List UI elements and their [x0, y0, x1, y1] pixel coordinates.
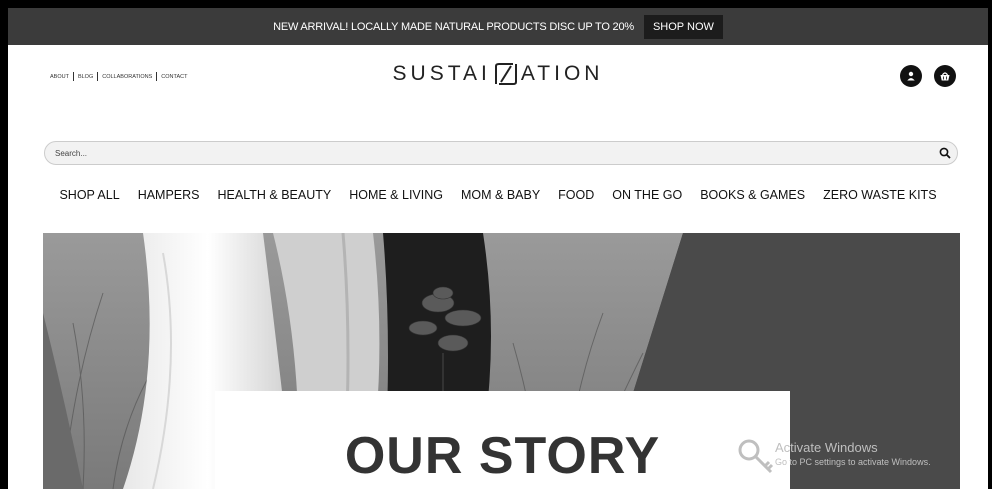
site-logo[interactable]: SUSTAI ATION [378, 62, 618, 86]
top-link-collaborations[interactable]: COLLABORATIONS [98, 74, 156, 80]
page: NEW ARRIVAL! LOCALLY MADE NATURAL PRODUC… [8, 8, 988, 489]
search-icon[interactable] [939, 147, 951, 159]
nav-item-health-beauty[interactable]: HEALTH & BEAUTY [209, 188, 341, 202]
search-bar [44, 141, 958, 165]
user-icon[interactable] [900, 65, 922, 87]
logo-mark-icon [494, 63, 517, 85]
shop-now-button[interactable]: SHOP NOW [643, 14, 723, 39]
nav-item-zero-waste-kits[interactable]: ZERO WASTE KITS [814, 188, 945, 202]
basket-icon[interactable] [934, 65, 956, 87]
top-link-about[interactable]: ABOUT [46, 74, 73, 80]
logo-text-left: SUSTAI [392, 62, 491, 85]
promo-text: NEW ARRIVAL! LOCALLY MADE NATURAL PRODUC… [273, 20, 634, 33]
nav-item-hampers[interactable]: HAMPERS [129, 188, 209, 202]
top-link-contact[interactable]: CONTACT [157, 74, 191, 80]
hero-title: OUR STORY [344, 427, 661, 485]
nav-item-mom-baby[interactable]: MOM & BABY [452, 188, 549, 202]
top-links: ABOUT BLOG COLLABORATIONS CONTACT [46, 72, 191, 81]
nav-item-home-living[interactable]: HOME & LIVING [340, 188, 452, 202]
watermark-subtitle: Go to PC settings to activate Windows. [775, 457, 931, 467]
key-icon [738, 439, 774, 474]
promo-banner: NEW ARRIVAL! LOCALLY MADE NATURAL PRODUC… [8, 8, 988, 45]
category-nav: SHOP ALL HAMPERS HEALTH & BEAUTY HOME & … [8, 188, 988, 202]
logo-text-right: ATION [520, 62, 604, 85]
top-link-blog[interactable]: BLOG [74, 74, 97, 80]
activation-watermark: Activate Windows Go to PC settings to ac… [775, 440, 931, 467]
nav-item-food[interactable]: FOOD [549, 188, 603, 202]
search-input[interactable] [53, 147, 857, 159]
nav-item-on-the-go[interactable]: ON THE GO [603, 188, 691, 202]
nav-item-books-games[interactable]: BOOKS & GAMES [691, 188, 814, 202]
watermark-title: Activate Windows [775, 440, 878, 455]
nav-item-shop-all[interactable]: SHOP ALL [50, 188, 128, 202]
